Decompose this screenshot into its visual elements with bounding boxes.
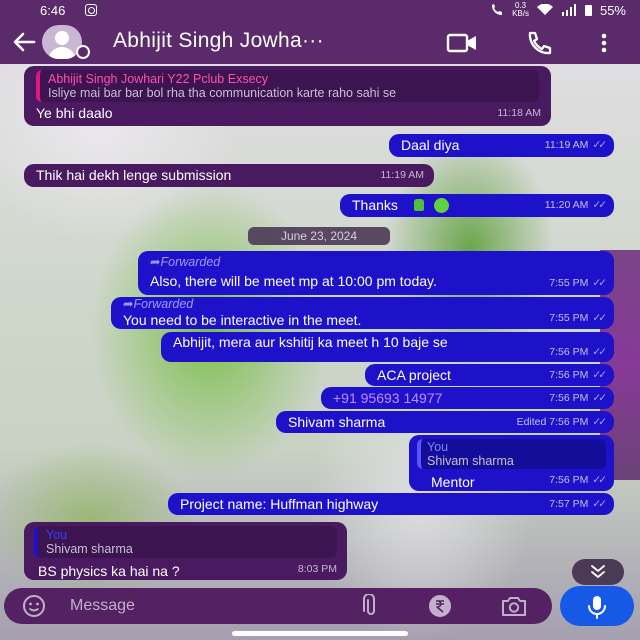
quoted-sender: You — [46, 528, 68, 542]
message-text: Shivam sharma — [288, 414, 386, 430]
message-bubble[interactable]: Abhijit Singh Jowhari Y22 Pclub Exsecy I… — [24, 66, 551, 126]
back-arrow-icon[interactable] — [10, 28, 38, 56]
message-text: BS physics ka hai na ? — [38, 563, 180, 579]
message-bubble[interactable]: +91 95693 14977 7:56 PM ✓✓ — [321, 387, 614, 409]
video-call-icon[interactable] — [446, 32, 478, 54]
message-bubble[interactable]: Forwarded You need to be interactive in … — [111, 297, 614, 329]
message-meta: 7:56 PM ✓✓ — [549, 474, 607, 486]
message-bubble[interactable]: Shivam sharma Edited 7:56 PM ✓✓ — [276, 411, 614, 433]
message-text: Abhijit, mera aur kshitij ka meet h 10 b… — [173, 334, 448, 350]
paperclip-icon[interactable] — [360, 594, 382, 618]
quoted-message[interactable]: Abhijit Singh Jowhari Y22 Pclub Exsecy I… — [36, 70, 539, 102]
network-speed: 0.3 KB/s — [512, 1, 529, 18]
message-meta: 7:56 PM ✓✓ — [549, 392, 607, 404]
read-ticks-icon: ✓✓ — [592, 277, 607, 289]
avatar[interactable] — [42, 25, 100, 59]
more-vertical-icon[interactable] — [598, 32, 610, 54]
forwarded-label: Forwarded — [150, 253, 602, 271]
quoted-text: Isliye mai bar bar bol rha tha communica… — [48, 86, 397, 100]
read-ticks-icon: ✓✓ — [592, 199, 607, 211]
signal-icon — [561, 4, 576, 16]
contact-name[interactable]: Abhijit Singh Jowha··· — [113, 29, 324, 53]
message-bubble[interactable]: ACA project 7:56 PM ✓✓ — [365, 364, 614, 386]
message-bubble[interactable]: Daal diya 11:19 AM ✓✓ — [389, 134, 614, 157]
message-meta: 7:56 PM ✓✓ — [549, 346, 607, 358]
quoted-message[interactable]: You Shivam sharma — [34, 526, 337, 558]
read-ticks-icon: ✓✓ — [592, 312, 607, 324]
camera-icon[interactable] — [500, 594, 528, 618]
date-separator: June 23, 2024 — [248, 227, 390, 245]
phone-call-icon[interactable] — [524, 30, 554, 56]
quoted-text: Shivam sharma — [427, 454, 514, 468]
message-text: ACA project — [377, 367, 451, 383]
status-badge — [76, 45, 90, 59]
message-text: Thik hai dekh lenge submission — [36, 167, 232, 183]
message-text: Also, there will be meet mp at 10:00 pm … — [150, 273, 437, 289]
message-text: Project name: Huffman highway — [180, 496, 379, 512]
forwarded-label: Forwarded — [123, 297, 602, 311]
message-composer — [4, 588, 552, 624]
message-meta: Edited 7:56 PM ✓✓ — [516, 416, 607, 428]
message-time: 8:03 PM — [297, 563, 337, 575]
read-ticks-icon: ✓✓ — [592, 346, 607, 358]
scroll-down-button[interactable] — [572, 559, 624, 585]
message-time: 11:19 AM — [380, 169, 424, 181]
message-bubble[interactable]: Project name: Huffman highway 7:57 PM ✓✓ — [168, 493, 614, 515]
status-bar: 6:46 0.3 KB/s 55% — [0, 0, 640, 20]
read-ticks-icon: ✓✓ — [592, 474, 607, 486]
message-bubble[interactable]: Thanks 11:20 AM ✓✓ — [340, 194, 614, 217]
read-ticks-icon: ✓✓ — [592, 369, 607, 381]
message-meta: 11:20 AM ✓✓ — [544, 199, 607, 211]
message-bubble[interactable]: You Shivam sharma Mentor 7:56 PM ✓✓ — [409, 435, 614, 491]
message-text: Thanks — [352, 197, 398, 213]
smile-emoji-icon — [433, 198, 449, 213]
phone-number-link[interactable]: +91 95693 14977 — [333, 390, 442, 406]
read-ticks-icon: ✓✓ — [592, 498, 607, 510]
read-ticks-icon: ✓✓ — [592, 416, 607, 428]
message-bubble[interactable]: Forwarded Also, there will be meet mp at… — [138, 251, 614, 295]
message-bubble[interactable]: Thik hai dekh lenge submission 11:19 AM — [24, 164, 434, 187]
message-input[interactable] — [70, 594, 330, 618]
message-text: Ye bhi daalo — [36, 105, 113, 121]
message-bubble[interactable]: Abhijit, mera aur kshitij ka meet h 10 b… — [161, 332, 614, 362]
message-text: Daal diya — [401, 137, 460, 153]
quoted-sender: Abhijit Singh Jowhari Y22 Pclub Exsecy — [48, 72, 269, 86]
quoted-text: Shivam sharma — [46, 542, 133, 556]
chat-header: Abhijit Singh Jowha··· — [0, 20, 640, 64]
call-status-icon — [492, 4, 503, 15]
message-meta: 7:57 PM ✓✓ — [549, 498, 607, 510]
edited-label: Edited — [516, 416, 547, 428]
read-ticks-icon: ✓✓ — [592, 139, 607, 151]
microphone-button[interactable] — [560, 586, 634, 626]
message-time: 11:18 AM — [497, 107, 541, 119]
instagram-notification-icon — [85, 4, 98, 16]
message-meta: 7:55 PM ✓✓ — [549, 277, 607, 289]
message-meta: 11:19 AM ✓✓ — [544, 139, 607, 151]
wifi-icon — [536, 4, 553, 15]
read-ticks-icon: ✓✓ — [592, 392, 607, 404]
message-text: You need to be interactive in the meet. — [123, 312, 362, 328]
quoted-sender: You — [427, 440, 449, 454]
microphone-icon — [588, 596, 606, 619]
emoji-icon[interactable] — [22, 594, 46, 618]
quoted-message[interactable]: You Shivam sharma — [417, 439, 606, 469]
rupee-icon[interactable] — [428, 594, 452, 618]
message-text: Mentor — [431, 474, 475, 490]
home-indicator[interactable] — [232, 631, 408, 636]
battery-percent: 55% — [599, 2, 626, 18]
status-time: 6:46 — [40, 2, 66, 18]
message-bubble[interactable]: You Shivam sharma BS physics ka hai na ?… — [24, 522, 347, 580]
scroll-down-icon — [591, 565, 605, 578]
battery-icon — [584, 4, 592, 16]
message-meta: 7:56 PM ✓✓ — [549, 369, 607, 381]
thumbs-up-emoji-icon — [413, 199, 424, 211]
message-meta: 7:55 PM ✓✓ — [549, 312, 607, 324]
